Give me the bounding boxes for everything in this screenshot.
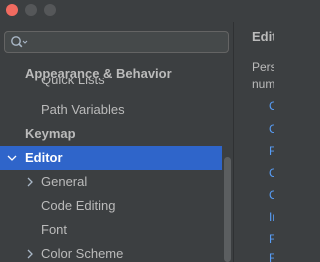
content-title: Edit	[252, 29, 274, 44]
tree-item-label: Path Variables	[41, 102, 125, 117]
title-bar	[0, 0, 274, 22]
search-icon	[11, 36, 28, 48]
content-link[interactable]: C	[269, 188, 274, 202]
settings-window: Quick Lists Path Variables Keymap Editor…	[0, 0, 274, 262]
search-input[interactable]	[4, 31, 229, 53]
tree-item-label: General	[41, 174, 88, 189]
content-text: Pers	[252, 60, 274, 74]
tree-item-label: Keymap	[25, 126, 76, 141]
tree-item-label: Editor	[25, 150, 63, 165]
tree-item-label: Code Editing	[41, 198, 116, 213]
sticky-header-label: Appearance & Behavior	[25, 66, 172, 81]
chevron-down-icon[interactable]	[7, 153, 17, 163]
content-link[interactable]: C	[269, 166, 274, 180]
settings-tree-pane: Quick Lists Path Variables Keymap Editor…	[0, 22, 233, 262]
tree-item-label: Color Scheme	[41, 246, 124, 261]
content-link[interactable]: In	[269, 210, 274, 224]
tree-item-code-editing[interactable]: Code Editing	[0, 194, 222, 218]
maximize-window-button[interactable]	[44, 4, 56, 16]
sticky-group-header[interactable]: Appearance & Behavior	[0, 62, 222, 81]
close-window-button[interactable]	[6, 4, 18, 16]
tree-item-color-scheme[interactable]: Color Scheme	[0, 242, 222, 262]
content-text: num	[252, 77, 274, 91]
tree-item-general[interactable]: General	[0, 170, 222, 194]
tree-item-path-variables[interactable]: Path Variables	[0, 98, 222, 122]
content-link[interactable]: C	[269, 99, 274, 113]
tree-item-editor[interactable]: Editor	[0, 146, 222, 170]
settings-content-pane: Edit Pers num C C F C C In F F	[234, 22, 274, 262]
scrollbar-thumb[interactable]	[224, 157, 231, 262]
content-link[interactable]: F	[269, 144, 274, 158]
tree-item-keymap[interactable]: Keymap	[0, 122, 222, 146]
chevron-right-icon[interactable]	[25, 177, 35, 187]
tree-item-label: Font	[41, 222, 68, 237]
content-link[interactable]: F	[269, 232, 274, 246]
content-link[interactable]: C	[269, 122, 274, 136]
content-link[interactable]: F	[269, 251, 274, 262]
chevron-right-icon[interactable]	[25, 249, 35, 259]
minimize-window-button[interactable]	[25, 4, 37, 16]
tree-item-font[interactable]: Font	[0, 218, 222, 242]
